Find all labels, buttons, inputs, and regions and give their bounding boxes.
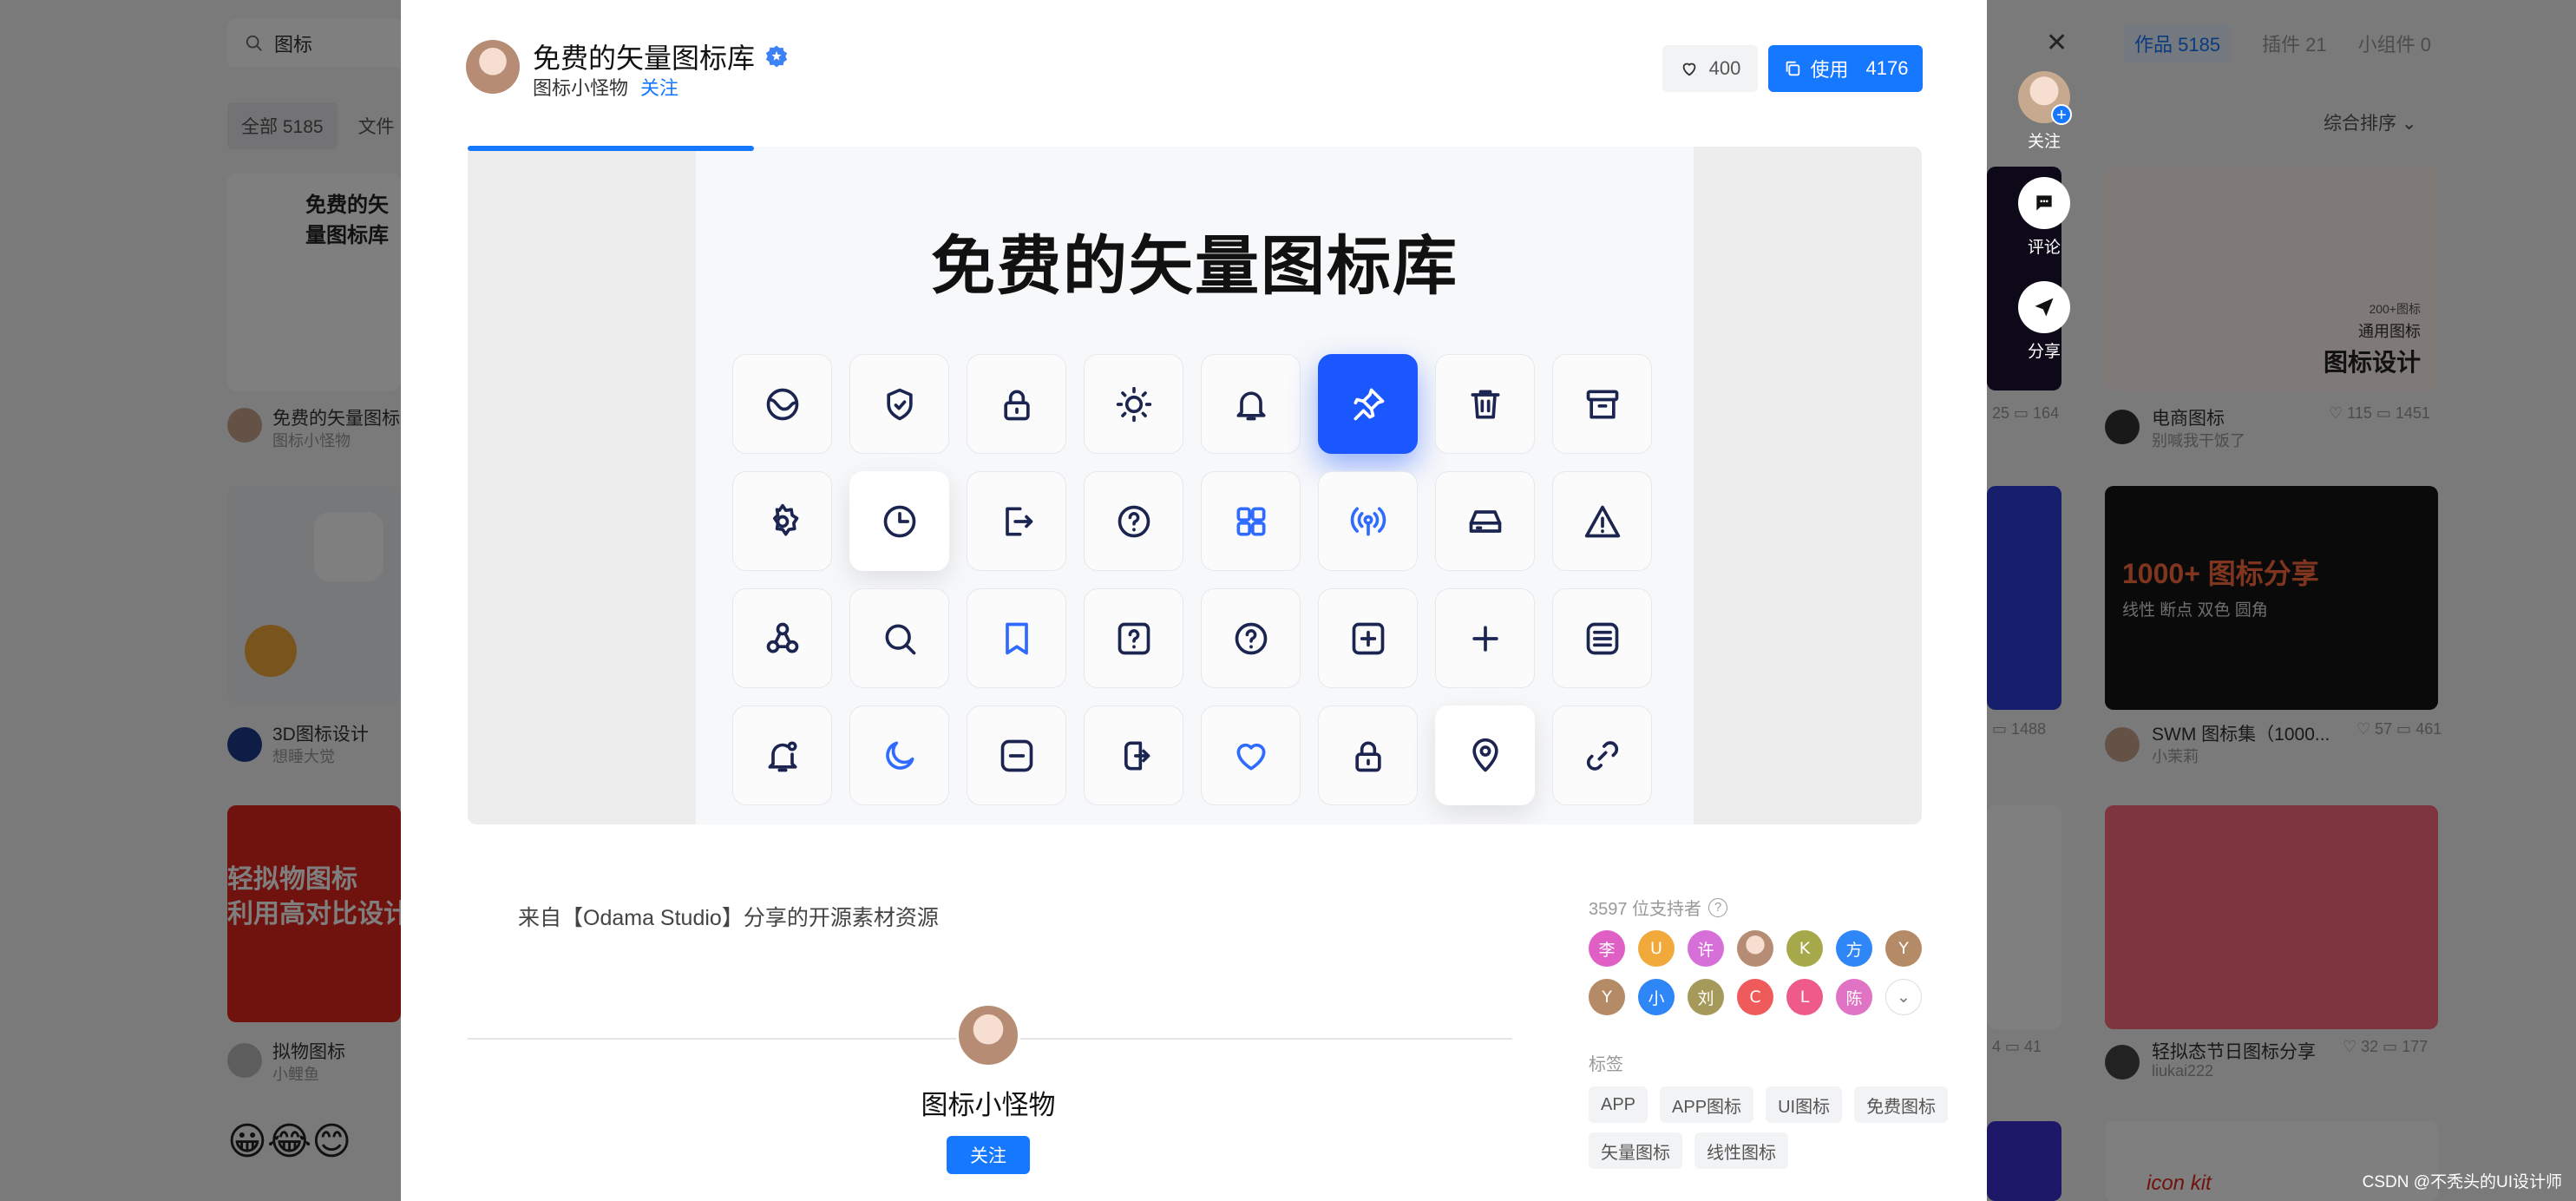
- page-title: 免费的矢量图标库: [533, 36, 790, 76]
- send-icon: [2018, 281, 2070, 333]
- tag-chip[interactable]: 线性图标: [1694, 1132, 1788, 1169]
- tag-chip[interactable]: 免费图标: [1854, 1086, 1949, 1123]
- supporters-label: 3597 位支持者 ?: [1589, 895, 1728, 920]
- clock-icon: [849, 471, 949, 571]
- description: 来自【Odama Studio】分享的开源素材资源: [518, 906, 939, 930]
- preview-canvas: 免费的矢量图标库: [696, 147, 1694, 824]
- detail-modal: 免费的矢量图标库 图标小怪物 关注 400 使用 4176 免费的矢量图标库 来…: [401, 0, 1987, 1201]
- follow-button[interactable]: 关注: [947, 1136, 1030, 1174]
- comment-icon: [2018, 177, 2070, 229]
- icon-grid: [732, 354, 1652, 805]
- supporter-avatar[interactable]: 陈: [1836, 979, 1872, 1015]
- tag-chip[interactable]: 矢量图标: [1589, 1132, 1682, 1169]
- preview-progress: [468, 146, 754, 151]
- use-count: 4176: [1865, 57, 1909, 79]
- broadcast-icon: [1318, 471, 1418, 571]
- bell-icon: [1201, 354, 1301, 454]
- like-count: 400: [1708, 57, 1741, 79]
- avatar[interactable]: [956, 1003, 1020, 1067]
- planet-icon: [732, 354, 832, 454]
- author-name[interactable]: 图标小怪物: [869, 1083, 1107, 1122]
- sun-icon: [1084, 354, 1183, 454]
- verified-icon: [765, 45, 788, 68]
- side-follow[interactable]: + 关注: [2016, 71, 2073, 152]
- follow-link[interactable]: 关注: [640, 73, 678, 101]
- use-button[interactable]: 使用 4176: [1768, 45, 1923, 92]
- warning-icon: [1552, 471, 1652, 571]
- drive-icon: [1435, 471, 1535, 571]
- plus-square-icon: [1318, 588, 1418, 688]
- supporter-avatar[interactable]: U: [1638, 930, 1675, 967]
- help-square-icon: [1084, 588, 1183, 688]
- shield-icon: [849, 354, 949, 454]
- preview-image[interactable]: 免费的矢量图标库: [468, 147, 1922, 824]
- side-follow-label: 关注: [2027, 133, 2061, 151]
- plus-icon: +: [2051, 104, 2072, 125]
- tag-chip[interactable]: APP图标: [1660, 1086, 1754, 1123]
- supporter-avatar[interactable]: Y: [1589, 979, 1625, 1015]
- title-text: 免费的矢量图标库: [533, 43, 756, 74]
- side-share-label: 分享: [2027, 343, 2061, 361]
- moon-icon: [849, 706, 949, 805]
- avatar: +: [2018, 71, 2072, 125]
- supporter-avatar[interactable]: 李: [1589, 930, 1625, 967]
- tag-chip[interactable]: APP: [1589, 1086, 1649, 1123]
- use-label: 使用: [1810, 59, 1849, 81]
- help-circle-icon: [1084, 471, 1183, 571]
- help-circle-icon: [1201, 588, 1301, 688]
- lock-icon: [967, 354, 1066, 454]
- search-icon: [849, 588, 949, 688]
- supporter-avatar[interactable]: Y: [1885, 930, 1922, 967]
- triangle-nodes-icon: [732, 588, 832, 688]
- minus-square-icon: [967, 706, 1066, 805]
- bell-notify-icon: [732, 706, 832, 805]
- lock-icon: [1318, 706, 1418, 805]
- settings-icon: [732, 471, 832, 571]
- help-icon[interactable]: ?: [1708, 897, 1728, 917]
- plus-icon: [1435, 588, 1535, 688]
- author-name[interactable]: 图标小怪物: [533, 73, 628, 101]
- tags-label: 标签: [1589, 1055, 1623, 1074]
- location-icon: [1435, 706, 1535, 805]
- supporter-avatar[interactable]: C: [1737, 979, 1773, 1015]
- supporter-avatar[interactable]: [1737, 930, 1773, 967]
- author-line: 图标小怪物 关注: [533, 73, 678, 101]
- tag-chip[interactable]: UI图标: [1766, 1086, 1843, 1123]
- preview-title: 免费的矢量图标库: [931, 229, 1458, 304]
- heart-icon: [1201, 706, 1301, 805]
- pin-icon: [1318, 354, 1418, 454]
- supporters-count: 3597 位支持者: [1589, 900, 1702, 919]
- supporter-avatar[interactable]: 刘: [1688, 979, 1724, 1015]
- logout-icon: [967, 471, 1066, 571]
- like-button[interactable]: 400: [1662, 45, 1758, 92]
- archive-icon: [1552, 354, 1652, 454]
- list-icon: [1552, 588, 1652, 688]
- copy-icon: [1786, 61, 1799, 76]
- side-comment[interactable]: 评论: [2016, 177, 2073, 258]
- supporter-avatar[interactable]: K: [1786, 930, 1823, 967]
- supporter-avatar[interactable]: 小: [1638, 979, 1675, 1015]
- supporters-row: 李U许 K方Y: [1589, 930, 1922, 967]
- supporter-avatar[interactable]: 方: [1836, 930, 1872, 967]
- tag-list: 矢量图标 线性图标: [1589, 1132, 1788, 1169]
- supporter-avatar[interactable]: L: [1786, 979, 1823, 1015]
- watermark: CSDN @不秃头的UI设计师: [2362, 1173, 2562, 1191]
- login-icon: [1084, 706, 1183, 805]
- heart-icon: [1682, 62, 1695, 76]
- expand-icon[interactable]: ⌄: [1885, 979, 1922, 1015]
- trash-icon: [1435, 354, 1535, 454]
- bookmark-icon: [967, 588, 1066, 688]
- side-comment-label: 评论: [2027, 239, 2061, 257]
- tag-list: APP APP图标 UI图标 免费图标: [1589, 1086, 1949, 1123]
- side-share[interactable]: 分享: [2016, 281, 2073, 362]
- grid-icon: [1201, 471, 1301, 571]
- supporters-row: Y 小刘 C L 陈 ⌄: [1589, 979, 1922, 1015]
- avatar[interactable]: [466, 40, 520, 94]
- link-icon: [1552, 706, 1652, 805]
- supporter-avatar[interactable]: 许: [1688, 930, 1724, 967]
